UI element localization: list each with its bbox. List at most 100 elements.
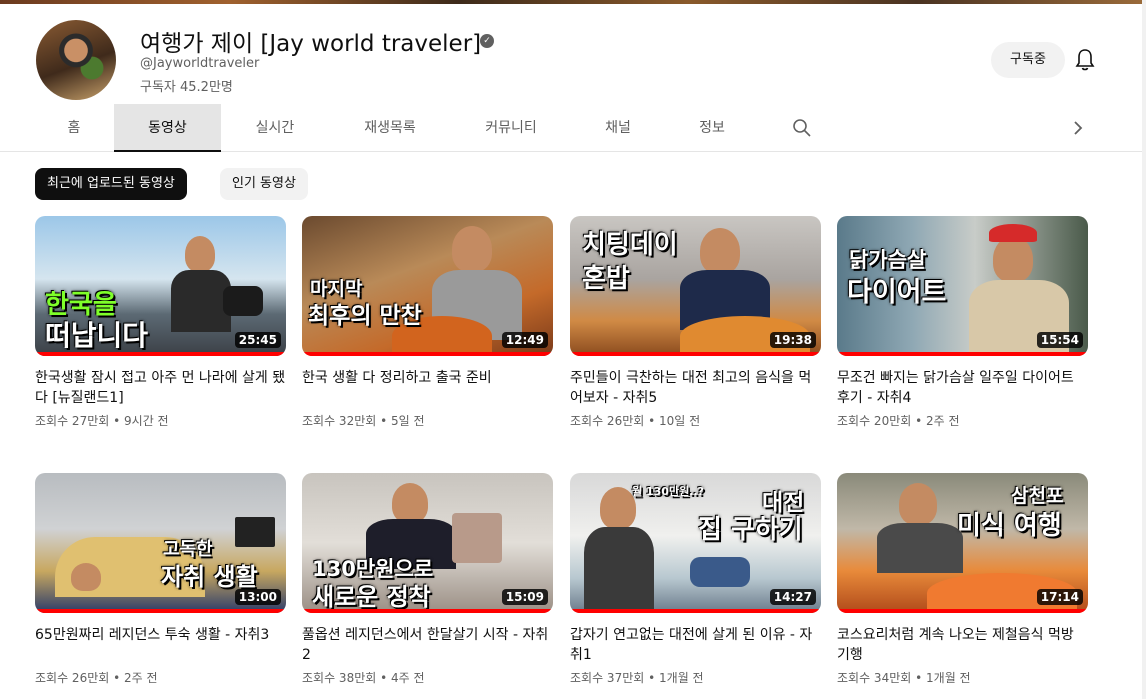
video-meta: 조회수 37만회 • 1개월 전 [570,669,821,686]
watch-progress-bar [570,609,821,613]
video-title[interactable]: 한국 생활 다 정리하고 출국 준비 [302,368,553,408]
view-count: 조회수 26만회 [570,414,645,428]
meta-separator: • [648,414,656,428]
video-thumbnail[interactable]: 마지막 최후의 만찬 12:49 [302,216,553,356]
tab-live[interactable]: 실시간 [230,104,320,152]
tab-about[interactable]: 정보 [680,104,744,152]
tab-home[interactable]: 홈 [44,104,104,152]
thumbnail-text: 떠납니다 [45,319,149,352]
upload-age: 4주 전 [391,671,425,685]
meta-separator: • [380,414,388,428]
view-count: 조회수 37만회 [570,671,645,685]
video-duration: 14:27 [769,589,816,605]
upload-age: 2주 전 [926,414,960,428]
video-title[interactable]: 한국생활 잠시 접고 아주 먼 나라에 살게 됐다 [뉴질랜드1] [35,368,286,408]
video-card[interactable]: 고독한 자취 생활 13:00 65만원짜리 레지던스 투숙 생활 - 자취3 … [35,473,286,686]
thumbnail-text: 치팅데이 [582,230,678,260]
view-count: 조회수 38만회 [302,671,377,685]
video-duration: 17:14 [1036,589,1083,605]
video-duration: 25:45 [234,332,281,348]
bell-icon[interactable] [1074,48,1096,72]
meta-separator: • [648,671,656,685]
video-duration: 19:38 [769,332,816,348]
thumbnail-text: 집 구하기 [698,515,803,545]
watch-progress-bar [302,352,553,356]
video-title[interactable]: 갑자기 연고없는 대전에 살게 된 이유 - 자취1 [570,625,821,665]
watch-progress-bar [570,352,821,356]
video-thumbnail[interactable]: 고독한 자취 생활 13:00 [35,473,286,613]
watch-progress-bar [837,352,1088,356]
thumbnail-text: 자취 생활 [161,563,258,591]
video-meta: 조회수 38만회 • 4주 전 [302,669,553,686]
thumbnail-text: 미식 여행 [957,511,1062,541]
upload-age: 1개월 전 [659,671,704,685]
video-meta: 조회수 34만회 • 1개월 전 [837,669,1088,686]
upload-age: 1개월 전 [926,671,971,685]
watch-progress-bar [35,352,286,356]
video-meta: 조회수 26만회 • 2주 전 [35,669,286,686]
video-meta: 조회수 26만회 • 10일 전 [570,412,821,429]
upload-age: 5일 전 [391,414,425,428]
view-count: 조회수 26만회 [35,671,110,685]
scrollbar[interactable] [1142,0,1146,699]
channel-banner-strip [0,0,1146,4]
thumbnail-text: 최후의 만찬 [308,303,422,329]
thumbnail-text: 새로운 정착 [312,583,431,611]
view-count: 조회수 34만회 [837,671,912,685]
channel-avatar[interactable] [36,20,116,100]
thumbnail-text: 혼밥 [582,264,630,294]
watch-progress-bar [837,609,1088,613]
tab-channels[interactable]: 채널 [585,104,651,152]
view-count: 조회수 27만회 [35,414,110,428]
upload-age: 9시간 전 [124,414,169,428]
video-duration: 12:49 [501,332,548,348]
video-title[interactable]: 주민들이 극찬하는 대전 최고의 음식을 먹어보자 - 자취5 [570,368,821,408]
thumbnail-text: 월 130만원..? [632,485,704,498]
channel-tabs: 홈 동영상 실시간 재생목록 커뮤니티 채널 정보 [0,104,1142,152]
meta-separator: • [113,671,121,685]
subscribed-button[interactable]: 구독중 [991,42,1065,78]
video-title[interactable]: 코스요리처럼 계속 나오는 제철음식 먹방 기행 [837,625,1088,665]
video-title[interactable]: 무조건 빠지는 닭가슴살 일주일 다이어트 후기 - 자취4 [837,368,1088,408]
video-card[interactable]: 월 130만원..? 대전 집 구하기 14:27 갑자기 연고없는 대전에 살… [570,473,821,686]
video-thumbnail[interactable]: 치팅데이 혼밥 19:38 [570,216,821,356]
video-thumbnail[interactable]: 한국을 떠납니다 25:45 [35,216,286,356]
view-count: 조회수 32만회 [302,414,377,428]
video-card[interactable]: 한국을 떠납니다 25:45 한국생활 잠시 접고 아주 먼 나라에 살게 됐다… [35,216,286,429]
chip-recent-uploads[interactable]: 최근에 업로드된 동영상 [35,168,187,200]
tab-videos[interactable]: 동영상 [114,104,221,152]
video-card[interactable]: 삼천포 미식 여행 17:14 코스요리처럼 계속 나오는 제철음식 먹방 기행… [837,473,1088,686]
channel-name: 여행가 제이 [Jay world traveler] [140,31,482,57]
tab-community[interactable]: 커뮤니티 [460,104,562,152]
video-thumbnail[interactable]: 월 130만원..? 대전 집 구하기 14:27 [570,473,821,613]
meta-separator: • [915,671,923,685]
video-duration: 15:54 [1036,332,1083,348]
video-duration: 13:00 [234,589,281,605]
video-title[interactable]: 풀옵션 레지던스에서 한달살기 시작 - 자취2 [302,625,553,665]
channel-handle: @Jayworldtraveler [140,56,260,71]
chevron-right-icon[interactable] [1068,118,1088,138]
search-icon[interactable] [792,118,812,138]
tab-playlists[interactable]: 재생목록 [340,104,440,152]
video-thumbnail[interactable]: 130만원으로 새로운 정착 15:09 [302,473,553,613]
video-meta: 조회수 27만회 • 9시간 전 [35,412,286,429]
video-duration: 15:09 [501,589,548,605]
watch-progress-bar [35,609,286,613]
subscriber-count: 구독자 45.2만명 [140,80,233,95]
upload-age: 10일 전 [659,414,701,428]
video-card[interactable]: 130만원으로 새로운 정착 15:09 풀옵션 레지던스에서 한달살기 시작 … [302,473,553,686]
upload-age: 2주 전 [124,671,158,685]
chip-popular[interactable]: 인기 동영상 [220,168,308,200]
video-card[interactable]: 마지막 최후의 만찬 12:49 한국 생활 다 정리하고 출국 준비 조회수 … [302,216,553,429]
verified-check-icon: ✓ [480,34,494,48]
video-card[interactable]: 치팅데이 혼밥 19:38 주민들이 극찬하는 대전 최고의 음식을 먹어보자 … [570,216,821,429]
video-meta: 조회수 32만회 • 5일 전 [302,412,553,429]
watch-progress-bar [302,609,553,613]
video-title[interactable]: 65만원짜리 레지던스 투숙 생활 - 자취3 [35,625,286,665]
video-thumbnail[interactable]: 닭가슴살 다이어트 15:54 [837,216,1088,356]
thumbnail-text: 다이어트 [847,277,947,308]
video-card[interactable]: 닭가슴살 다이어트 15:54 무조건 빠지는 닭가슴살 일주일 다이어트 후기… [837,216,1088,429]
thumbnail-text: 삼천포 [1011,485,1064,507]
video-thumbnail[interactable]: 삼천포 미식 여행 17:14 [837,473,1088,613]
meta-separator: • [113,414,121,428]
